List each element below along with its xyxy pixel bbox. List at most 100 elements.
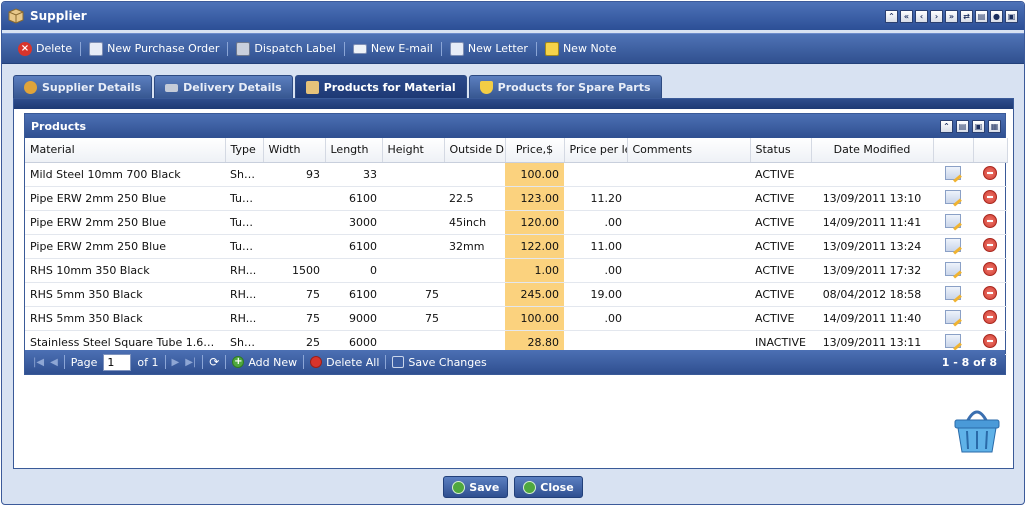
table-cell[interactable]: 13/09/2011 13:24 <box>811 234 933 259</box>
tab-products-for-spare-parts[interactable]: Products for Spare Parts <box>468 75 662 99</box>
refresh-icon[interactable]: ⟳ <box>209 355 219 369</box>
table-cell[interactable]: RH... <box>225 306 263 331</box>
table-cell[interactable] <box>263 210 325 235</box>
column-header[interactable]: Height <box>382 138 445 163</box>
tab-products-for-material[interactable]: Products for Material <box>294 75 467 99</box>
table-cell[interactable]: .00 <box>564 210 627 235</box>
column-header[interactable]: Length <box>325 138 383 163</box>
table-cell[interactable]: RH... <box>225 258 263 283</box>
column-header[interactable] <box>933 138 974 163</box>
table-cell[interactable] <box>627 162 750 187</box>
edit-icon[interactable] <box>945 237 961 252</box>
column-header[interactable]: Comments <box>627 138 751 163</box>
table-cell[interactable]: Tub... <box>225 186 263 211</box>
table-cell[interactable]: 33 <box>325 162 382 187</box>
delete-button[interactable]: × Delete <box>12 41 78 56</box>
remove-row-icon[interactable] <box>983 333 997 348</box>
table-cell[interactable]: 75 <box>382 282 444 307</box>
table-cell[interactable]: 1.00 <box>505 258 564 283</box>
table-cell[interactable]: 100.00 <box>505 306 564 331</box>
window-nav-button[interactable]: › <box>930 9 943 23</box>
window-nav-button[interactable]: ▣ <box>1005 9 1018 23</box>
table-cell[interactable]: 100.00 <box>505 162 564 187</box>
tab-supplier-details[interactable]: Supplier Details <box>13 75 153 99</box>
window-nav-button[interactable]: ▤ <box>975 9 988 23</box>
edit-icon[interactable] <box>945 285 961 300</box>
table-cell[interactable]: 9000 <box>325 306 382 331</box>
table-cell[interactable]: Mild Steel 10mm 700 Black <box>25 162 225 187</box>
remove-row-icon[interactable] <box>983 261 997 276</box>
table-cell[interactable]: 75 <box>382 306 444 331</box>
table-cell[interactable]: 3000 <box>325 210 382 235</box>
table-cell[interactable]: 75 <box>263 282 325 307</box>
table-cell[interactable] <box>627 306 750 331</box>
column-header[interactable]: Width <box>263 138 326 163</box>
table-cell[interactable]: ACTIVE <box>750 234 811 259</box>
table-cell[interactable] <box>627 282 750 307</box>
window-nav-button[interactable]: ⌃ <box>885 9 898 23</box>
columns-icon[interactable]: ▤ <box>956 119 969 133</box>
table-cell[interactable]: Pipe ERW 2mm 250 Blue <box>25 210 225 235</box>
table-cell[interactable]: 93 <box>263 162 325 187</box>
table-cell[interactable]: 14/09/2011 11:41 <box>811 210 933 235</box>
window-nav-button[interactable]: » <box>945 9 958 23</box>
table-cell[interactable] <box>382 186 444 211</box>
edit-icon[interactable] <box>945 261 961 276</box>
table-cell[interactable]: 120.00 <box>505 210 564 235</box>
window-nav-button[interactable]: ⇄ <box>960 9 973 23</box>
remove-row-icon[interactable] <box>983 165 997 180</box>
save-button[interactable]: Save <box>443 476 509 498</box>
table-cell[interactable]: 122.00 <box>505 234 564 259</box>
edit-icon[interactable] <box>945 309 961 324</box>
table-row[interactable]: Pipe ERW 2mm 250 Blue Tub... 6100 22.5 123.0… <box>25 186 1007 211</box>
table-row[interactable]: Mild Steel 10mm 700 Black She... 93 33 100.0… <box>25 162 1007 187</box>
table-cell[interactable] <box>627 234 750 259</box>
table-cell[interactable]: Tub... <box>225 234 263 259</box>
export-icon[interactable]: ▦ <box>988 119 1001 133</box>
table-cell[interactable]: RHS 5mm 350 Black <box>25 282 225 307</box>
table-cell[interactable]: .00 <box>564 258 627 283</box>
edit-icon[interactable] <box>945 213 961 228</box>
table-cell[interactable] <box>382 162 444 187</box>
remove-row-icon[interactable] <box>983 237 997 252</box>
table-cell[interactable]: 0 <box>325 258 382 283</box>
column-header[interactable]: Date Modified <box>811 138 934 163</box>
dispatch-label-button[interactable]: Dispatch Label <box>230 41 342 56</box>
last-page-icon[interactable]: ▶| <box>185 357 196 368</box>
table-cell[interactable] <box>263 186 325 211</box>
table-cell[interactable] <box>444 306 505 331</box>
table-cell[interactable]: ACTIVE <box>750 186 811 211</box>
delete-all-button[interactable]: Delete All <box>310 356 379 369</box>
new-letter-button[interactable]: New Letter <box>444 41 534 56</box>
table-cell[interactable]: RHS 10mm 350 Black <box>25 258 225 283</box>
table-cell[interactable]: 22.5 <box>444 186 505 211</box>
table-cell[interactable]: 13/09/2011 17:32 <box>811 258 933 283</box>
remove-row-icon[interactable] <box>983 189 997 204</box>
table-row[interactable]: Pipe ERW 2mm 250 Blue Tub... 6100 32mm 122.0… <box>25 234 1007 259</box>
save-changes-button[interactable]: Save Changes <box>392 356 487 369</box>
column-header[interactable] <box>973 138 1008 163</box>
next-page-icon[interactable]: ▶ <box>172 357 180 368</box>
table-cell[interactable]: 08/04/2012 18:58 <box>811 282 933 307</box>
table-cell[interactable]: 75 <box>263 306 325 331</box>
collapse-icon[interactable]: ⌃ <box>940 119 953 133</box>
table-cell[interactable] <box>263 234 325 259</box>
column-header[interactable]: Outside Dia <box>444 138 506 163</box>
table-cell[interactable]: 6100 <box>325 234 382 259</box>
table-cell[interactable]: 14/09/2011 11:40 <box>811 306 933 331</box>
table-cell[interactable]: 32mm <box>444 234 505 259</box>
table-cell[interactable]: Tub... <box>225 210 263 235</box>
table-cell[interactable]: 11.00 <box>564 234 627 259</box>
remove-row-icon[interactable] <box>983 285 997 300</box>
table-cell[interactable] <box>382 210 444 235</box>
prev-page-icon[interactable]: ◀ <box>50 357 58 368</box>
table-cell[interactable]: 19.00 <box>564 282 627 307</box>
column-header[interactable]: Material <box>25 138 226 163</box>
table-cell[interactable] <box>627 210 750 235</box>
table-cell[interactable]: RH... <box>225 282 263 307</box>
table-cell[interactable]: 6100 <box>325 282 382 307</box>
table-cell[interactable]: ACTIVE <box>750 162 811 187</box>
column-header[interactable]: Price per le <box>564 138 628 163</box>
edit-icon[interactable] <box>945 333 961 348</box>
column-header[interactable]: Price,$ <box>505 138 565 163</box>
